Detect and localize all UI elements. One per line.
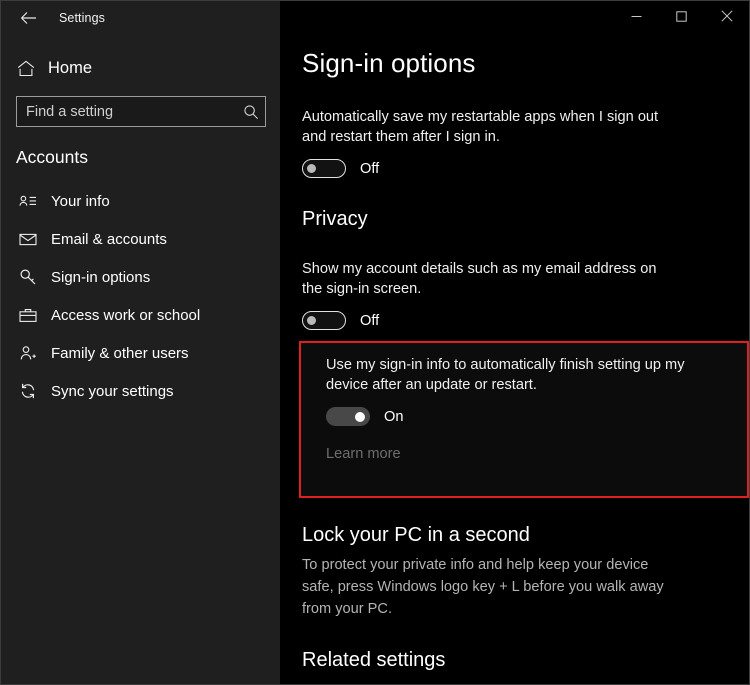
account-details-toggle-row[interactable]: Off <box>302 311 729 330</box>
account-details-toggle[interactable] <box>302 311 346 330</box>
back-arrow-icon[interactable] <box>13 5 43 31</box>
mail-icon <box>16 232 40 246</box>
account-details-description: Show my account details such as my email… <box>302 261 657 297</box>
toggle-knob <box>307 315 316 325</box>
sidebar-item-label: Family & other users <box>51 344 189 362</box>
privacy-heading: Privacy <box>302 208 368 230</box>
search-box[interactable] <box>16 96 266 127</box>
home-label: Home <box>48 58 93 77</box>
sidebar-item-sync-your-settings[interactable]: Sync your settings <box>1 372 280 410</box>
sidebar-item-label: Your info <box>51 192 110 210</box>
restartable-apps-toggle[interactable] <box>302 159 346 178</box>
restartable-apps-toggle-state: Off <box>360 160 380 177</box>
restartable-apps-description: Automatically save my restartable apps w… <box>302 109 659 145</box>
page-title: Sign-in options <box>302 48 476 78</box>
sidebar-item-family-other-users[interactable]: Family & other users <box>1 334 280 372</box>
sidebar-item-home[interactable]: Home <box>1 51 280 85</box>
sidebar-item-label: Access work or school <box>51 306 201 324</box>
search-icon[interactable] <box>237 104 265 120</box>
main-panel: Sign-in options Automatically save my re… <box>280 1 749 684</box>
sidebar-category-title: Accounts <box>16 147 88 167</box>
sidebar-item-sign-in-options[interactable]: Sign-in options <box>1 258 280 296</box>
window-controls <box>280 1 749 31</box>
maximize-icon[interactable] <box>659 1 704 31</box>
restartable-apps-toggle-row[interactable]: Off <box>302 159 729 178</box>
settings-content: Sign-in options Automatically save my re… <box>280 48 749 672</box>
lock-pc-heading: Lock your PC in a second <box>302 524 530 546</box>
red-highlight-box: Use my sign-in info to automatically fin… <box>299 341 749 498</box>
close-icon[interactable] <box>704 1 749 31</box>
sidebar-item-label: Sign-in options <box>51 268 151 286</box>
finish-setup-toggle-state: On <box>384 408 404 425</box>
sidebar-item-your-info[interactable]: Your info <box>1 182 280 220</box>
sync-icon <box>16 382 40 400</box>
sidebar-item-access-work-or-school[interactable]: Access work or school <box>1 296 280 334</box>
home-icon <box>17 60 39 77</box>
finish-setup-section: Use my sign-in info to automatically fin… <box>299 341 749 524</box>
search-input[interactable] <box>17 97 237 126</box>
contact-card-icon <box>16 194 40 208</box>
related-settings-heading: Related settings <box>302 649 446 671</box>
sidebar-item-label: Email & accounts <box>51 230 167 248</box>
sidebar-item-email-accounts[interactable]: Email & accounts <box>1 220 280 258</box>
finish-setup-inner: Use my sign-in info to automatically fin… <box>301 343 747 463</box>
lock-pc-body: To protect your private info and help ke… <box>302 557 664 617</box>
sidebar-item-label: Sync your settings <box>51 382 174 400</box>
person-add-icon <box>16 345 40 361</box>
finish-setup-toggle[interactable] <box>326 407 370 426</box>
toggle-knob <box>307 163 316 173</box>
briefcase-icon <box>16 308 40 323</box>
sidebar-titlebar: Settings <box>1 1 280 35</box>
minimize-icon[interactable] <box>614 1 659 31</box>
finish-setup-toggle-row[interactable]: On <box>326 407 747 426</box>
app-title: Settings <box>59 11 105 25</box>
settings-window: Settings Home Accounts <box>0 0 750 685</box>
learn-more-link[interactable]: Learn more <box>326 446 401 462</box>
sidebar: Settings Home Accounts <box>1 1 280 684</box>
sidebar-nav: Your info Email & accounts Sign-in optio… <box>1 182 280 410</box>
key-icon <box>16 268 40 286</box>
toggle-knob <box>355 411 365 422</box>
finish-setup-description: Use my sign-in info to automatically fin… <box>326 357 685 393</box>
account-details-toggle-state: Off <box>360 312 380 329</box>
